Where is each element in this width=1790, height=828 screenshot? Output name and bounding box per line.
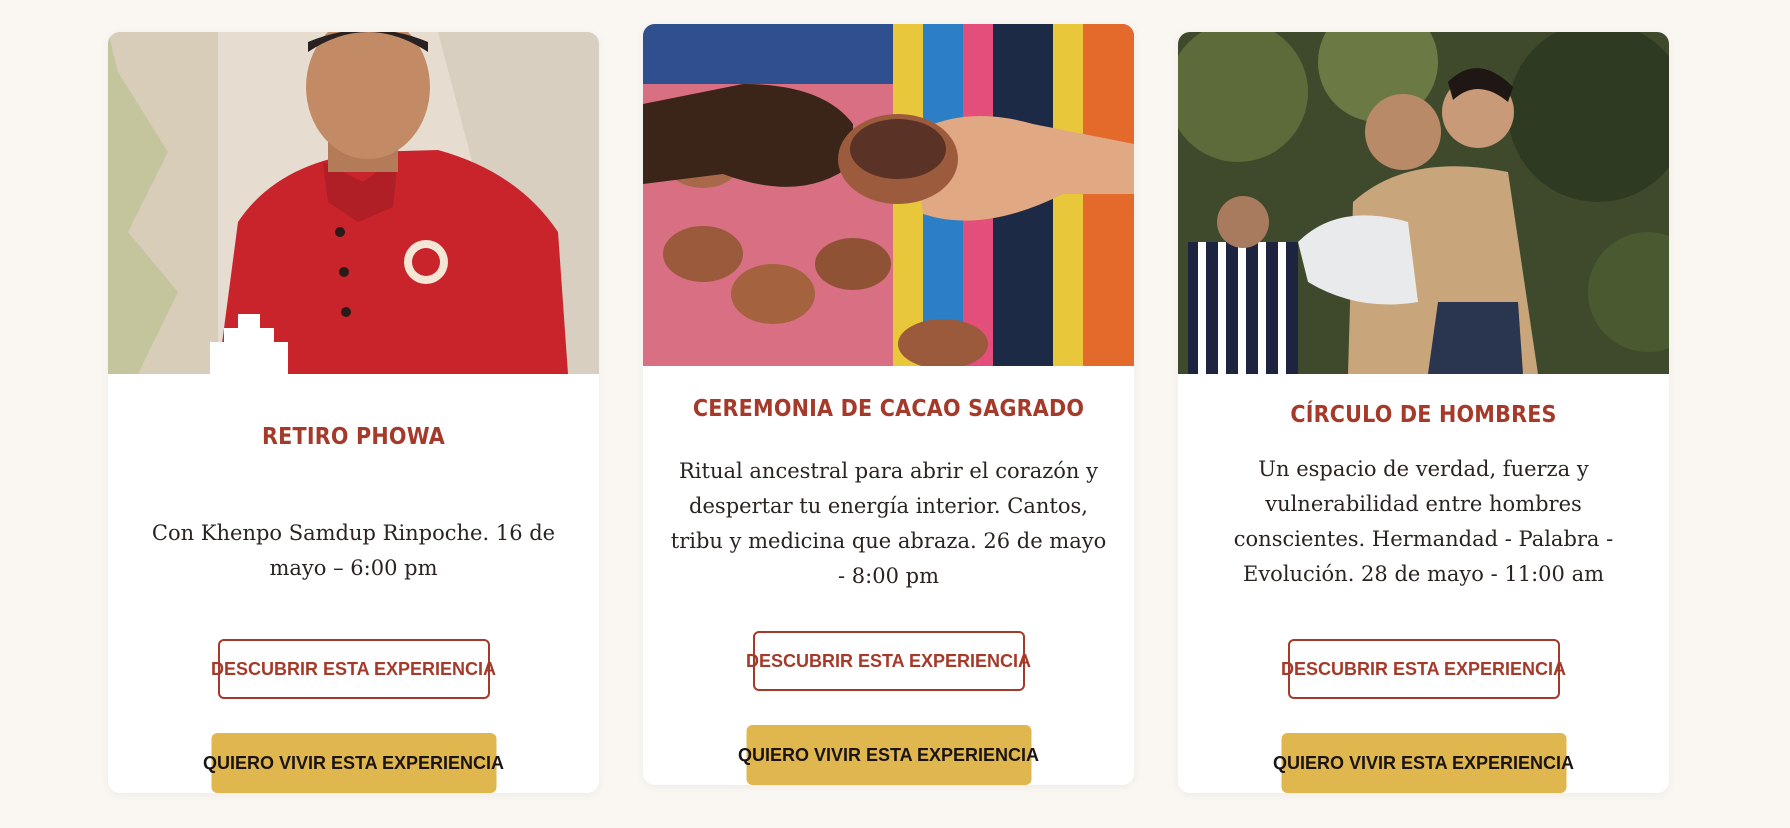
event-card-circulo-hombres: CÍRCULO DE HOMBRES Un espacio de verdad,… [1178, 32, 1669, 793]
discover-experience-button[interactable]: Descubrir esta experiencia [1281, 639, 1566, 699]
card-title: CÍRCULO DE HOMBRES [1290, 402, 1557, 428]
join-experience-button[interactable]: Quiero vivir esta experiencia [1273, 733, 1574, 793]
event-card-retiro-phowa: RETIRO PHOWA Con Khenpo Samdup Rinpoche.… [108, 32, 599, 793]
event-image-monk [108, 32, 599, 374]
card-description: Ritual ancestral para abrir el corazón y… [670, 459, 1107, 588]
event-card-ceremonia-cacao: CEREMONIA DE CACAO SAGRADO Ritual ancest… [643, 24, 1134, 785]
card-description: Un espacio de verdad, fuerza y vulnerabi… [1233, 457, 1614, 586]
card-title: CEREMONIA DE CACAO SAGRADO [692, 396, 1085, 422]
discover-experience-button[interactable]: Descubrir esta experiencia [746, 631, 1031, 691]
card-title: RETIRO PHOWA [262, 424, 445, 450]
card-description: Con Khenpo Samdup Rinpoche. 16 de mayo –… [151, 521, 556, 580]
discover-experience-button[interactable]: Descubrir esta experiencia [211, 639, 496, 699]
join-experience-button[interactable]: Quiero vivir esta experiencia [203, 733, 504, 793]
join-experience-button[interactable]: Quiero vivir esta experiencia [738, 725, 1039, 785]
event-image-men-circle [1178, 32, 1669, 374]
event-image-cacao [643, 24, 1134, 366]
